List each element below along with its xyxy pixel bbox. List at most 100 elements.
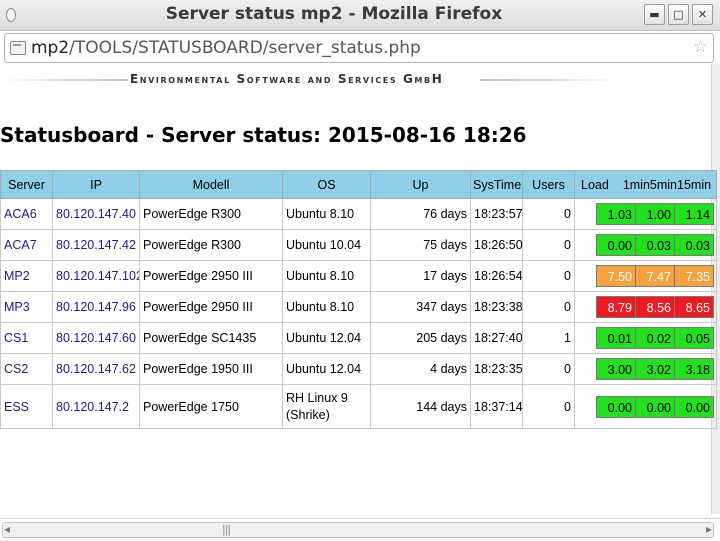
- uptime-cell: 76 days: [370, 198, 471, 230]
- server-name-cell[interactable]: ACA7: [0, 229, 53, 261]
- ip-address-cell[interactable]: 80.120.147.62: [52, 353, 140, 385]
- users-cell: 0: [522, 260, 575, 292]
- ip-address-cell[interactable]: 80.120.147.60: [52, 322, 140, 354]
- uptime-cell: 17 days: [370, 260, 471, 292]
- table-row: ESS 80.120.147.2 PowerEdge 1750 RH Linux 9 …: [0, 384, 717, 429]
- maximize-button[interactable]: □: [668, 4, 689, 25]
- os-cell: Ubuntu 12.04: [282, 322, 371, 354]
- server-name-cell[interactable]: ACA6: [0, 198, 53, 230]
- modell-cell: PowerEdge 1950 III: [139, 353, 283, 385]
- table-row: CS1 80.120.147.60 PowerEdge SC1435 Ubuntu 1…: [0, 322, 717, 354]
- header-ip[interactable]: IP: [52, 170, 140, 199]
- close-button[interactable]: ✕: [692, 4, 713, 25]
- header-load-5min: 5min: [649, 177, 677, 192]
- header-systime[interactable]: SysTime: [470, 170, 523, 199]
- ip-address-cell[interactable]: 80.120.147.2: [52, 384, 140, 429]
- load-values: 3.00 3.02 3.18: [596, 358, 714, 380]
- table-body: ACA6 80.120.147.40 PowerEdge R300 Ubuntu 8.…: [0, 198, 717, 429]
- load-cell: 1.03 1.00 1.14: [574, 198, 717, 230]
- users-cell: 0: [522, 353, 575, 385]
- header-load[interactable]: Load 1min 5min 15min: [574, 170, 717, 199]
- company-banner: Environmental Software and Services GmbH: [0, 72, 720, 88]
- load-cell: 0.01 0.02 0.05: [574, 322, 717, 354]
- load-values: 1.03 1.00 1.14: [596, 203, 714, 225]
- load-1min-value: 0.00: [596, 395, 636, 418]
- header-load-15min: 15min: [677, 177, 712, 192]
- ip-address-cell[interactable]: 80.120.147.40: [52, 198, 140, 230]
- server-name-cell[interactable]: CS1: [0, 322, 53, 354]
- table-row: CS2 80.120.147.62 PowerEdge 1950 III Ubuntu…: [0, 353, 717, 385]
- load-cell: 3.00 3.02 3.18: [574, 353, 717, 385]
- server-name-cell[interactable]: MP2: [0, 260, 53, 292]
- users-cell: 0: [522, 229, 575, 261]
- header-modell[interactable]: Modell: [139, 170, 283, 199]
- scrollbar-grip-icon[interactable]: |||: [222, 523, 231, 536]
- load-values: 0.01 0.02 0.05: [596, 327, 714, 349]
- uptime-cell: 75 days: [370, 229, 471, 261]
- users-cell: 0: [522, 198, 575, 230]
- users-cell: 0: [522, 291, 575, 323]
- minimize-button[interactable]: ▬: [644, 4, 665, 25]
- load-values: 0.00 0.00 0.00: [596, 395, 714, 418]
- modell-cell: PowerEdge 1750: [139, 384, 283, 429]
- os-cell: Ubuntu 8.10: [282, 260, 371, 292]
- modell-cell: PowerEdge R300: [139, 229, 283, 261]
- load-5min-value: 1.00: [635, 203, 675, 225]
- url-path: /TOOLS/STATUSBOARD/server_status.php: [69, 38, 421, 58]
- os-cell: Ubuntu 8.10: [282, 198, 371, 230]
- load-1min-value: 8.79: [596, 296, 636, 318]
- server-status-table: Server IP Modell OS Up SysTime Users Loa…: [0, 170, 717, 429]
- table-row: MP2 80.120.147.102 PowerEdge 2950 III Ubunt…: [0, 260, 717, 292]
- load-15min-value: 8.65: [674, 296, 714, 318]
- header-load-1min: 1min: [622, 177, 650, 192]
- modell-cell: PowerEdge 2950 III: [139, 291, 283, 323]
- load-1min-value: 7.50: [596, 265, 636, 287]
- load-cell: 0.00 0.03 0.03: [574, 229, 717, 261]
- users-cell: 0: [522, 384, 575, 429]
- systime-cell: 18:23:57: [470, 198, 523, 230]
- load-15min-value: 0.03: [674, 234, 714, 256]
- banner-line-right: [480, 79, 620, 81]
- load-values: 7.50 7.47 7.35: [596, 265, 714, 287]
- table-header-row: Server IP Modell OS Up SysTime Users Loa…: [0, 170, 717, 199]
- url-bar[interactable]: mp2/TOOLS/STATUSBOARD/server_status.php …: [4, 33, 714, 63]
- server-name-cell[interactable]: MP3: [0, 291, 53, 323]
- window-titlebar: Server status mp2 - Mozilla Firefox ▬ □ …: [0, 0, 720, 31]
- header-os[interactable]: OS: [282, 170, 371, 199]
- header-users[interactable]: Users: [522, 170, 575, 199]
- load-values: 0.00 0.03 0.03: [596, 234, 714, 256]
- systime-cell: 18:26:54: [470, 260, 523, 292]
- scroll-right-arrow-icon[interactable]: ▸: [706, 522, 712, 536]
- url-text[interactable]: mp2/TOOLS/STATUSBOARD/server_status.php: [31, 38, 421, 58]
- load-1min-value: 1.03: [596, 203, 636, 225]
- load-15min-value: 3.18: [674, 358, 714, 380]
- scrollbar-track[interactable]: ◂ ||| ▸: [2, 522, 714, 538]
- modell-cell: PowerEdge R300: [139, 198, 283, 230]
- header-load-label: Load: [581, 177, 609, 192]
- load-5min-value: 8.56: [635, 296, 675, 318]
- ip-address-cell[interactable]: 80.120.147.96: [52, 291, 140, 323]
- url-host: mp2: [31, 38, 70, 58]
- load-5min-value: 3.02: [635, 358, 675, 380]
- header-server[interactable]: Server: [0, 170, 53, 199]
- systime-cell: 18:26:50: [470, 229, 523, 261]
- horizontal-scrollbar[interactable]: ◂ ||| ▸: [0, 518, 720, 541]
- ip-address-cell[interactable]: 80.120.147.102: [52, 260, 140, 292]
- table-row: ACA7 80.120.147.42 PowerEdge R300 Ubuntu 10…: [0, 229, 717, 261]
- page-title: Statusboard - Server status: 2015-08-16 …: [0, 123, 527, 147]
- server-name-cell[interactable]: CS2: [0, 353, 53, 385]
- bookmark-star-icon[interactable]: ☆: [693, 37, 708, 57]
- modell-cell: PowerEdge SC1435: [139, 322, 283, 354]
- os-cell: Ubuntu 12.04: [282, 353, 371, 385]
- ip-address-cell[interactable]: 80.120.147.42: [52, 229, 140, 261]
- os-cell: Ubuntu 10.04: [282, 229, 371, 261]
- server-name-cell[interactable]: ESS: [0, 384, 53, 429]
- scroll-left-arrow-icon[interactable]: ◂: [4, 522, 10, 536]
- uptime-cell: 144 days: [370, 384, 471, 429]
- load-cell: 8.79 8.56 8.65: [574, 291, 717, 323]
- table-row: MP3 80.120.147.96 PowerEdge 2950 III Ubuntu…: [0, 291, 717, 323]
- header-up[interactable]: Up: [370, 170, 471, 199]
- load-5min-value: 0.00: [635, 395, 675, 418]
- load-15min-value: 0.05: [674, 327, 714, 349]
- site-identity-icon[interactable]: [10, 41, 26, 55]
